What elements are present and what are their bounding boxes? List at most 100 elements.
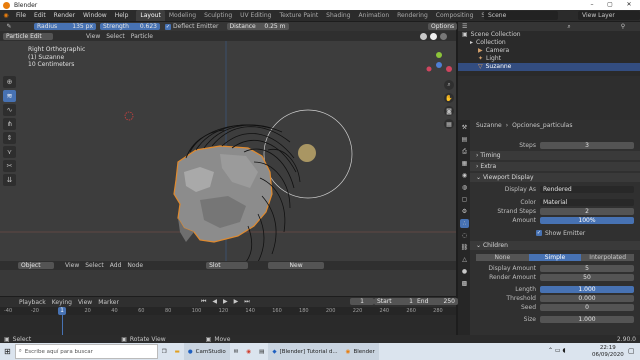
timeline-menu-marker[interactable]: Marker [95, 299, 122, 306]
blender-app[interactable]: ◉ Blender [341, 343, 379, 360]
size-field[interactable]: 1.000 [540, 315, 634, 323]
seed-field[interactable]: 0 [540, 303, 634, 311]
blender-menu-icon[interactable]: ◉ [0, 12, 12, 19]
data-tab-icon[interactable]: △ [460, 255, 469, 264]
view-layer-tab-icon[interactable]: ▦ [460, 159, 469, 168]
children-mode-none[interactable]: None [476, 253, 529, 261]
3d-viewport[interactable]: Right Orthographic (1) Suzanne 10 Centim… [0, 22, 456, 262]
length-slider[interactable]: 1.000 [540, 285, 634, 293]
scene-selector[interactable]: Scene [484, 11, 558, 20]
outliner-item-suzanne[interactable]: ▽ Suzanne [458, 63, 640, 71]
zoom-icon[interactable]: ⌕ [444, 80, 454, 90]
clock[interactable]: 22:19 06/09/2020 [592, 345, 624, 358]
add-tool-icon[interactable]: ⋔ [3, 118, 16, 130]
tab-compositing[interactable]: Compositing [432, 10, 478, 21]
taskbar-search-box[interactable]: ⌕ Escribe aquí para buscar [14, 344, 158, 359]
modifier-tab-icon[interactable]: ⚙ [460, 207, 469, 216]
object-tab-icon[interactable]: ▢ [460, 195, 469, 204]
current-frame-field[interactable]: 1 [350, 298, 374, 305]
children-panel-header[interactable]: ⌄ Children [470, 241, 640, 250]
tab-shading[interactable]: Shading [322, 10, 354, 21]
timeline-menu-playback[interactable]: Playback [16, 299, 49, 306]
display-amount-field[interactable]: 5 [540, 264, 634, 272]
puff-tool-icon[interactable]: ⋎ [3, 146, 16, 158]
options-dropdown[interactable]: Options [428, 23, 458, 30]
timeline-menu-keying[interactable]: Keying [49, 299, 75, 306]
play-icon[interactable]: ▶ [220, 298, 231, 305]
distance-field[interactable]: Distance 0.25 m [226, 23, 289, 30]
tab-rendering[interactable]: Rendering [393, 10, 432, 21]
outliner-item-collection[interactable]: ▸ Collection [458, 39, 640, 47]
minimize-button[interactable]: – [585, 0, 599, 10]
node-menu-add[interactable]: Add [107, 262, 125, 269]
weight-tool-icon[interactable]: ⇊ [3, 174, 16, 186]
outliner-item-light[interactable]: ✦ Light [458, 55, 640, 63]
brush-icon[interactable]: ✎ [4, 23, 14, 30]
task-view-icon[interactable]: ❐ [158, 343, 171, 360]
deflect-emitter-checkbox[interactable]: ✓ [165, 23, 171, 30]
prev-key-icon[interactable]: ◀ [209, 298, 220, 305]
material-tab-icon[interactable]: ● [460, 267, 469, 276]
node-menu-select[interactable]: Select [82, 262, 107, 269]
end-frame-field[interactable]: End 250 [414, 298, 458, 305]
menu-help[interactable]: Help [111, 10, 133, 21]
children-mode-interpolated[interactable]: Interpolated [581, 253, 635, 261]
smooth-tool-icon[interactable]: ∿ [3, 104, 16, 116]
pan-hand-icon[interactable]: ✋ [444, 93, 454, 103]
viewport-menu-select[interactable]: Select [103, 33, 128, 40]
color-dropdown[interactable]: Material [540, 198, 634, 206]
tab-layout[interactable]: Layout [136, 10, 165, 21]
next-key-icon[interactable]: ▶ [231, 298, 242, 305]
comb-tool-icon[interactable]: ≋ [3, 90, 16, 102]
scene-tab-icon[interactable]: ◉ [460, 171, 469, 180]
viewport-menu-particle[interactable]: Particle [128, 33, 156, 40]
editor-mode-selector[interactable]: Object [18, 262, 54, 269]
steps-field[interactable]: 3 [540, 141, 634, 149]
render-amount-field[interactable]: 50 [540, 273, 634, 281]
node-menu-view[interactable]: View [62, 262, 82, 269]
shading-rendered-icon[interactable] [440, 33, 447, 40]
show-emitter-checkbox[interactable]: ✓ [536, 230, 542, 236]
viewport-menu-view[interactable]: View [83, 33, 103, 40]
mode-selector[interactable]: Particle Edit [3, 32, 53, 40]
filter-icon[interactable]: ⚲ [621, 23, 625, 30]
menu-file[interactable]: File [12, 10, 30, 21]
playhead[interactable]: 1 [58, 307, 66, 315]
blender-tutorial-app[interactable]: ◆ [Blender] Tutorial d... [268, 343, 342, 360]
store-icon[interactable]: ▤ [255, 343, 268, 360]
shader-editor-canvas[interactable] [0, 270, 456, 296]
menu-render[interactable]: Render [50, 10, 79, 21]
new-material-button[interactable]: New [268, 262, 325, 269]
threshold-field[interactable]: 0.000 [540, 294, 634, 302]
mail-icon[interactable]: ✉ [230, 343, 243, 360]
outliner-search-icon[interactable]: ⌕ [567, 23, 570, 31]
slot-selector[interactable]: Slot [206, 262, 249, 269]
camstudio-app[interactable]: ● CamStudio [183, 343, 230, 360]
viewport-display-panel-header[interactable]: ⌄ Viewport Display [470, 173, 640, 182]
cursor-tool-icon[interactable]: ⊕ [3, 76, 16, 88]
tab-modeling[interactable]: Modeling [165, 10, 200, 21]
system-tray-icons[interactable]: ⌃ ▭ ◖ [548, 347, 566, 354]
file-explorer-icon[interactable]: ▬ [171, 343, 184, 360]
camera-view-icon[interactable]: ◙ [444, 106, 454, 116]
tab-uv-editing[interactable]: UV Editing [236, 10, 275, 21]
jump-start-icon[interactable]: ⏮ [198, 298, 209, 305]
outliner-editor-icon[interactable]: ☰ [462, 23, 467, 30]
menu-edit[interactable]: Edit [30, 10, 50, 21]
display-as-dropdown[interactable]: Rendered [540, 185, 634, 193]
shading-material-icon[interactable] [430, 33, 437, 40]
output-tab-icon[interactable]: ⎙ [460, 147, 469, 156]
node-menu-node[interactable]: Node [124, 262, 146, 269]
world-tab-icon[interactable]: ◍ [460, 183, 469, 192]
start-frame-field[interactable]: Start 1 [374, 298, 416, 305]
outliner-item-camera[interactable]: ▶ Camera [458, 47, 640, 55]
tool-tab-icon[interactable]: ⚒ [460, 123, 469, 132]
radius-field[interactable]: Radius 135 px [34, 23, 96, 30]
tab-animation[interactable]: Animation [355, 10, 394, 21]
children-mode-simple[interactable]: Simple [528, 253, 582, 261]
shading-solid-icon[interactable] [420, 33, 427, 40]
close-button[interactable]: ✕ [622, 0, 636, 10]
strand-steps-field[interactable]: 2 [540, 207, 634, 215]
maximize-button[interactable]: ▢ [603, 0, 617, 10]
menu-window[interactable]: Window [79, 10, 111, 21]
